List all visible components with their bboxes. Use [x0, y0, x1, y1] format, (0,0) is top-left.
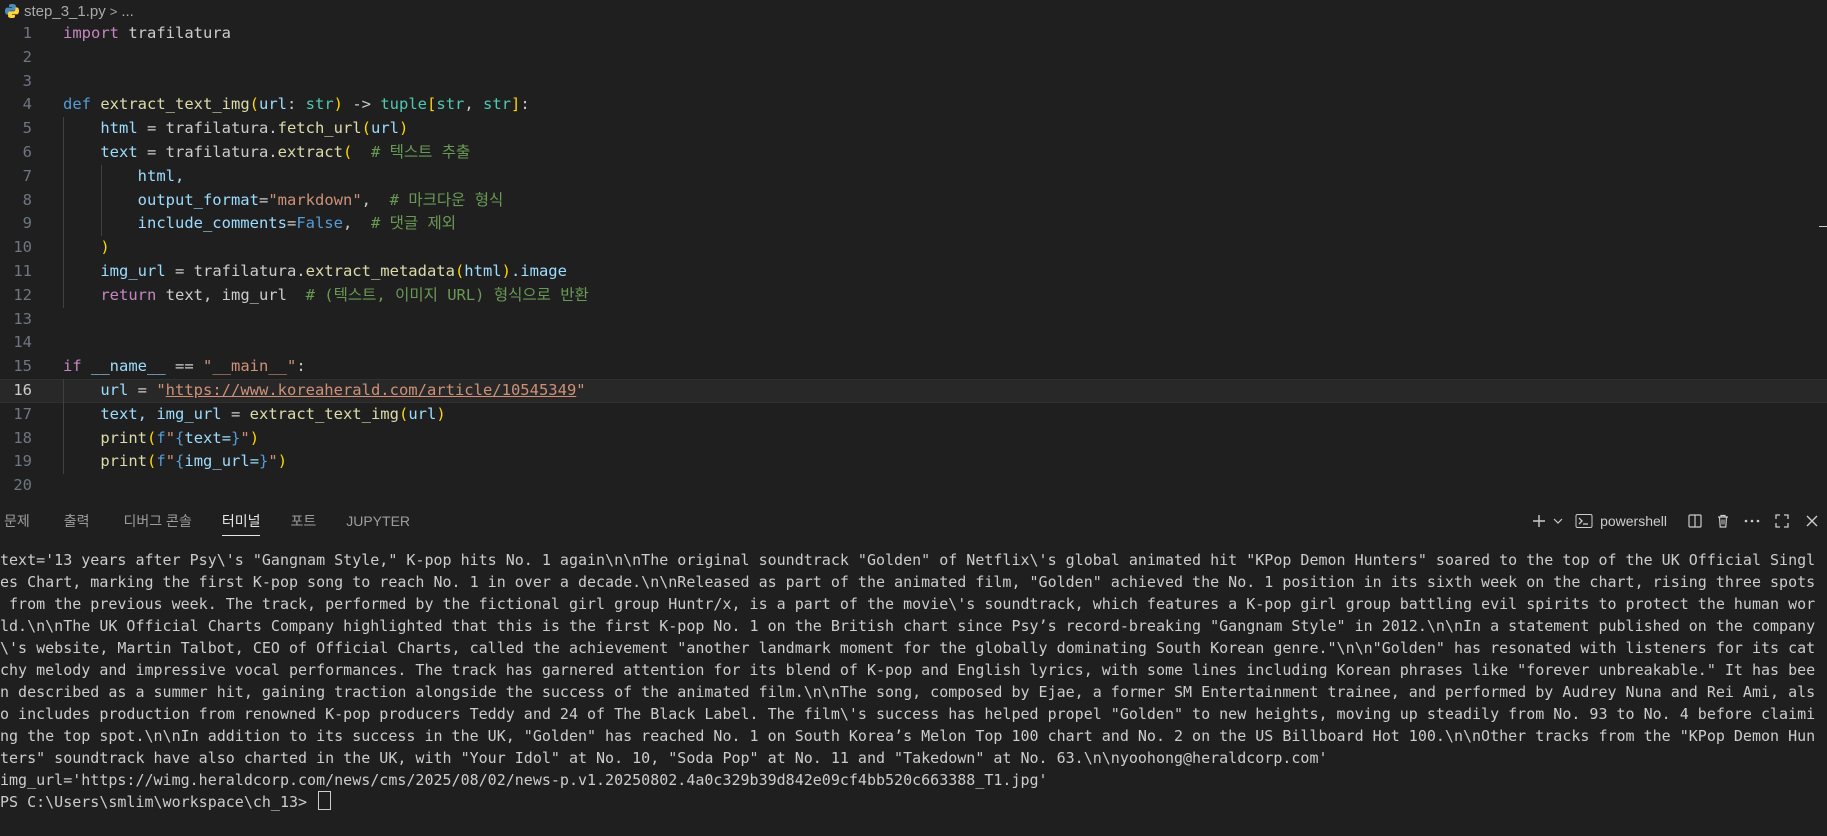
- code-line-current: 16 url = "https://www.koreaherald.com/ar…: [0, 378, 1827, 403]
- terminal-prompt: PS C:\Users\smlim\workspace\ch_13>: [0, 793, 317, 811]
- terminal-line: text='13 years after Psy\'s "Gangnam Sty…: [0, 551, 1816, 569]
- line-number: 16: [13, 380, 32, 399]
- shell-name[interactable]: powershell: [1596, 500, 1681, 542]
- line-number: 14: [13, 333, 32, 352]
- code-line: 9 include_comments=False, # 댓글 제외: [0, 212, 1827, 237]
- line-number: 20: [13, 476, 32, 495]
- code-line: 8 output_format="markdown", # 마크다운 형식: [0, 188, 1827, 213]
- terminal-line: ng the top spot.\n\nIn addition to its s…: [0, 727, 1816, 745]
- terminal-cursor: [318, 791, 332, 810]
- tab-debug-console[interactable]: 디버그 콘솔: [120, 500, 196, 542]
- breadcrumb[interactable]: step_3_1.py > ...: [0, 0, 1827, 22]
- tab-terminal[interactable]: 터미널: [218, 500, 265, 542]
- terminal-line: ld.\n\nThe UK Official Charts Company hi…: [0, 617, 1816, 635]
- url-link[interactable]: https://www.koreaherald.com/article/1054…: [166, 381, 577, 399]
- terminal-line: from the previous week. The track, perfo…: [0, 595, 1816, 613]
- code-line: 19 print(f"{img_url=}"): [0, 450, 1827, 475]
- line-number: 19: [13, 452, 32, 471]
- line-number: 15: [13, 357, 32, 376]
- code-line: 20: [0, 474, 1827, 498]
- maximize-panel-icon[interactable]: [1767, 500, 1797, 542]
- tab-jupyter[interactable]: JUPYTER: [342, 500, 414, 542]
- terminal-line: chy melody and impressive vocal performa…: [0, 661, 1816, 679]
- more-actions-icon[interactable]: [1737, 500, 1767, 542]
- line-number: 7: [22, 166, 32, 185]
- terminal-output[interactable]: text='13 years after Psy\'s "Gangnam Sty…: [0, 549, 1827, 836]
- breadcrumb-more[interactable]: ...: [121, 3, 134, 20]
- close-panel-icon[interactable]: [1797, 500, 1827, 542]
- add-terminal-icon[interactable]: [1528, 500, 1550, 542]
- code-line: 7 html,: [0, 164, 1827, 189]
- chevron-down-icon[interactable]: [1550, 500, 1566, 542]
- code-line: 17 text, img_url = extract_text_img(url): [0, 402, 1827, 427]
- python-file-icon: [4, 3, 20, 19]
- terminal-line: \'s website, Martin Talbot, CEO of Offic…: [0, 639, 1816, 657]
- terminal-line: img_url='https://wimg.heraldcorp.com/new…: [0, 771, 1048, 789]
- tab-ports[interactable]: 포트: [286, 500, 320, 542]
- terminal-line: es Chart, marking the first K-pop song t…: [0, 573, 1816, 591]
- line-number: 18: [13, 428, 32, 447]
- panel-actions: powershell: [1528, 500, 1827, 542]
- terminal-icon: [1572, 500, 1596, 542]
- line-number: 12: [13, 285, 32, 304]
- breadcrumb-file[interactable]: step_3_1.py: [24, 3, 106, 20]
- code-line: 2: [0, 46, 1827, 70]
- line-number: 9: [22, 214, 32, 233]
- split-terminal-icon[interactable]: [1681, 500, 1709, 542]
- code-line: 1 import trafilatura: [0, 22, 1827, 46]
- code-line: 10 ): [0, 236, 1827, 260]
- terminal-line: n described as a summer hit, gaining tra…: [0, 683, 1816, 701]
- line-number: 8: [22, 190, 32, 209]
- line-number: 17: [13, 404, 32, 423]
- line-number: 13: [13, 309, 32, 328]
- terminal-line: o includes production from renowned K-po…: [0, 705, 1816, 723]
- code-line: 3: [0, 70, 1827, 94]
- overview-ruler-marker: [1819, 226, 1827, 227]
- line-number: 2: [22, 47, 32, 66]
- code-line: 15 if __name__ == "__main__":: [0, 355, 1827, 379]
- code-line: 4 def extract_text_img(url: str) -> tuple…: [0, 93, 1827, 117]
- tab-problems[interactable]: 문제: [0, 500, 34, 542]
- line-number: 11: [13, 261, 32, 280]
- line-number: 4: [22, 95, 32, 114]
- tab-output[interactable]: 출력: [60, 500, 94, 542]
- code-line: 6 text = trafilatura.extract( # 텍스트 추출: [0, 140, 1827, 165]
- trash-icon[interactable]: [1709, 500, 1737, 542]
- terminal-prompt-line[interactable]: PS C:\Users\smlim\workspace\ch_13>: [0, 791, 1827, 813]
- terminal-line: ters" soundtrack have also charted in th…: [0, 749, 1328, 767]
- code-line: 12 return text, img_url # (텍스트, 이미지 URL)…: [0, 283, 1827, 308]
- line-number: 10: [13, 238, 32, 257]
- line-number: 6: [22, 142, 32, 161]
- code-line: 11 img_url = trafilatura.extract_metadat…: [0, 259, 1827, 284]
- line-number: 5: [22, 119, 32, 138]
- code-line: 5 html = trafilatura.fetch_url(url): [0, 117, 1827, 141]
- code-editor[interactable]: 1 import trafilatura 2 3 4 def extract_tex…: [0, 22, 1827, 500]
- code-line: 18 print(f"{text=}"): [0, 426, 1827, 451]
- code-line: 13: [0, 308, 1827, 332]
- chevron-right-icon: >: [109, 3, 118, 19]
- line-number: 1: [22, 24, 32, 42]
- line-number: 3: [22, 71, 32, 90]
- code-line: 14: [0, 331, 1827, 355]
